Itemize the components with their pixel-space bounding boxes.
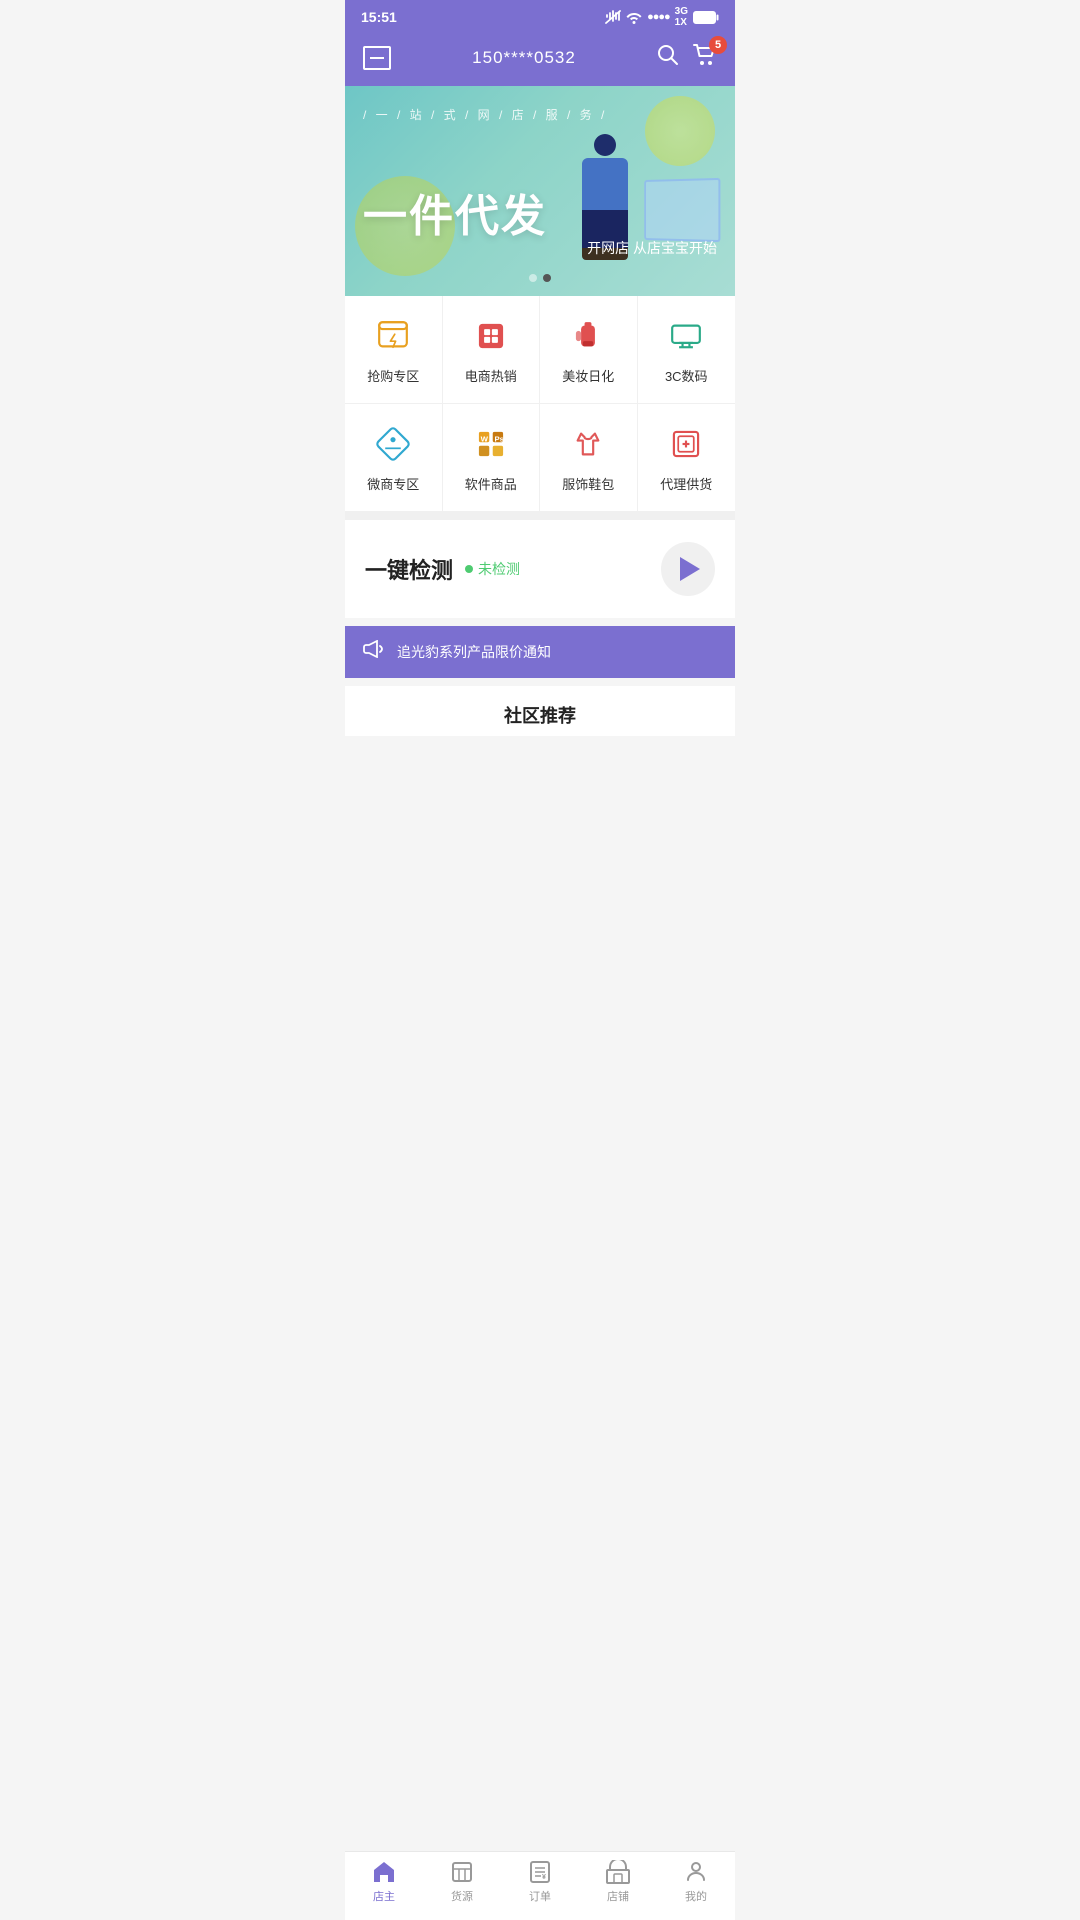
banner-dot-1[interactable] xyxy=(529,274,537,282)
category-ecommerce[interactable]: 电商热销 xyxy=(443,296,541,404)
detection-status: 未检测 xyxy=(465,559,520,579)
community-title: 社区推荐 xyxy=(365,702,715,728)
nav-home-label: 店主 xyxy=(373,1888,395,1904)
software-label: 软件商品 xyxy=(465,474,517,493)
software-icon: W Ps xyxy=(469,422,513,466)
mute-icon xyxy=(605,10,621,24)
detection-info: 一键检测 未检测 xyxy=(365,553,520,585)
flash-sale-label: 抢购专区 xyxy=(367,366,419,385)
category-software[interactable]: W Ps 软件商品 xyxy=(443,404,541,512)
nav-supply[interactable]: 货源 xyxy=(432,1860,492,1904)
hero-banner[interactable]: / 一 / 站 / 式 / 网 / 店 / 服 / 务 / 一件代发 开网店 从… xyxy=(345,86,735,296)
digital-label: 3C数码 xyxy=(665,366,708,385)
nav-store[interactable]: 店铺 xyxy=(588,1860,648,1904)
category-grid: 抢购专区 电商热销 美妆日化 xyxy=(345,296,735,520)
person-icon xyxy=(684,1860,708,1884)
status-time: 15:51 xyxy=(361,9,397,25)
banner-dots xyxy=(529,274,551,282)
store-icon xyxy=(605,1860,631,1884)
flash-sale-icon xyxy=(371,314,415,358)
detection-play-button[interactable] xyxy=(661,542,715,596)
bottom-navigation: 店主 货源 ¥ 订单 店铺 我的 xyxy=(345,1851,735,1920)
status-bar: 15:51 ●●●● 3G1X xyxy=(345,0,735,34)
wifi-icon xyxy=(626,11,642,24)
ecommerce-icon xyxy=(469,314,513,358)
nav-orders-label: 订单 xyxy=(529,1888,551,1904)
fashion-label: 服饰鞋包 xyxy=(562,474,614,493)
nav-orders[interactable]: ¥ 订单 xyxy=(510,1860,570,1904)
banner-screen xyxy=(644,178,720,242)
detection-title: 一键检测 xyxy=(365,553,453,585)
category-fashion[interactable]: 服饰鞋包 xyxy=(540,404,638,512)
fashion-icon xyxy=(566,422,610,466)
category-flash-sale[interactable]: 抢购专区 xyxy=(345,296,443,404)
banner-dot-2[interactable] xyxy=(543,274,551,282)
header-title: 150****0532 xyxy=(472,48,576,68)
svg-text:Ps: Ps xyxy=(494,434,504,443)
svg-text:W: W xyxy=(480,434,488,443)
wechat-icon xyxy=(371,422,415,466)
category-supply[interactable]: 代理供货 xyxy=(638,404,736,512)
announcement-bar[interactable]: 追光豹系列产品限价通知 xyxy=(345,626,735,678)
nav-store-label: 店铺 xyxy=(607,1888,629,1904)
cart-button[interactable]: 5 xyxy=(693,44,717,72)
play-icon xyxy=(680,557,700,581)
signal-dots: ●●●● xyxy=(647,11,670,23)
supply-label: 代理供货 xyxy=(660,474,712,493)
banner-main-text: 一件代发 xyxy=(363,180,547,244)
search-icon xyxy=(657,44,679,66)
svg-text:¥: ¥ xyxy=(542,1874,546,1881)
category-wechat[interactable]: 微商专区 xyxy=(345,404,443,512)
supply-icon xyxy=(664,422,708,466)
status-icons: ●●●● 3G1X xyxy=(605,6,719,28)
nav-home[interactable]: 店主 xyxy=(354,1860,414,1904)
wechat-label: 微商专区 xyxy=(367,474,419,493)
home-icon xyxy=(371,1860,397,1884)
category-beauty[interactable]: 美妆日化 xyxy=(540,296,638,404)
announcement-text: 追光豹系列产品限价通知 xyxy=(397,642,551,662)
detection-status-text: 未检测 xyxy=(478,559,520,579)
banner-circle-right xyxy=(645,96,715,166)
announcement-icon xyxy=(363,640,385,664)
detection-section: 一键检测 未检测 xyxy=(345,520,735,618)
ecommerce-label: 电商热销 xyxy=(465,366,517,385)
nav-mine[interactable]: 我的 xyxy=(666,1860,726,1904)
banner-tag: / 一 / 站 / 式 / 网 / 店 / 服 / 务 / xyxy=(363,106,607,123)
community-section: 社区推荐 xyxy=(345,686,735,736)
category-digital[interactable]: 3C数码 xyxy=(638,296,736,404)
scan-line-icon xyxy=(370,57,384,59)
scan-button[interactable] xyxy=(363,46,391,70)
header-actions: 5 xyxy=(657,44,717,72)
digital-icon xyxy=(664,314,708,358)
app-header: 150****0532 5 xyxy=(345,34,735,86)
beauty-label: 美妆日化 xyxy=(562,366,614,385)
nav-supply-label: 货源 xyxy=(451,1888,473,1904)
order-icon: ¥ xyxy=(528,1860,552,1884)
cart-badge: 5 xyxy=(709,36,727,54)
network-type: 3G1X xyxy=(675,6,688,28)
search-button[interactable] xyxy=(657,44,679,72)
battery-icon xyxy=(693,11,719,24)
nav-mine-label: 我的 xyxy=(685,1888,707,1904)
box-icon xyxy=(450,1860,474,1884)
beauty-icon xyxy=(566,314,610,358)
detection-status-dot xyxy=(465,565,473,573)
banner-sub-text: 开网店 从店宝宝开始 xyxy=(587,238,717,258)
